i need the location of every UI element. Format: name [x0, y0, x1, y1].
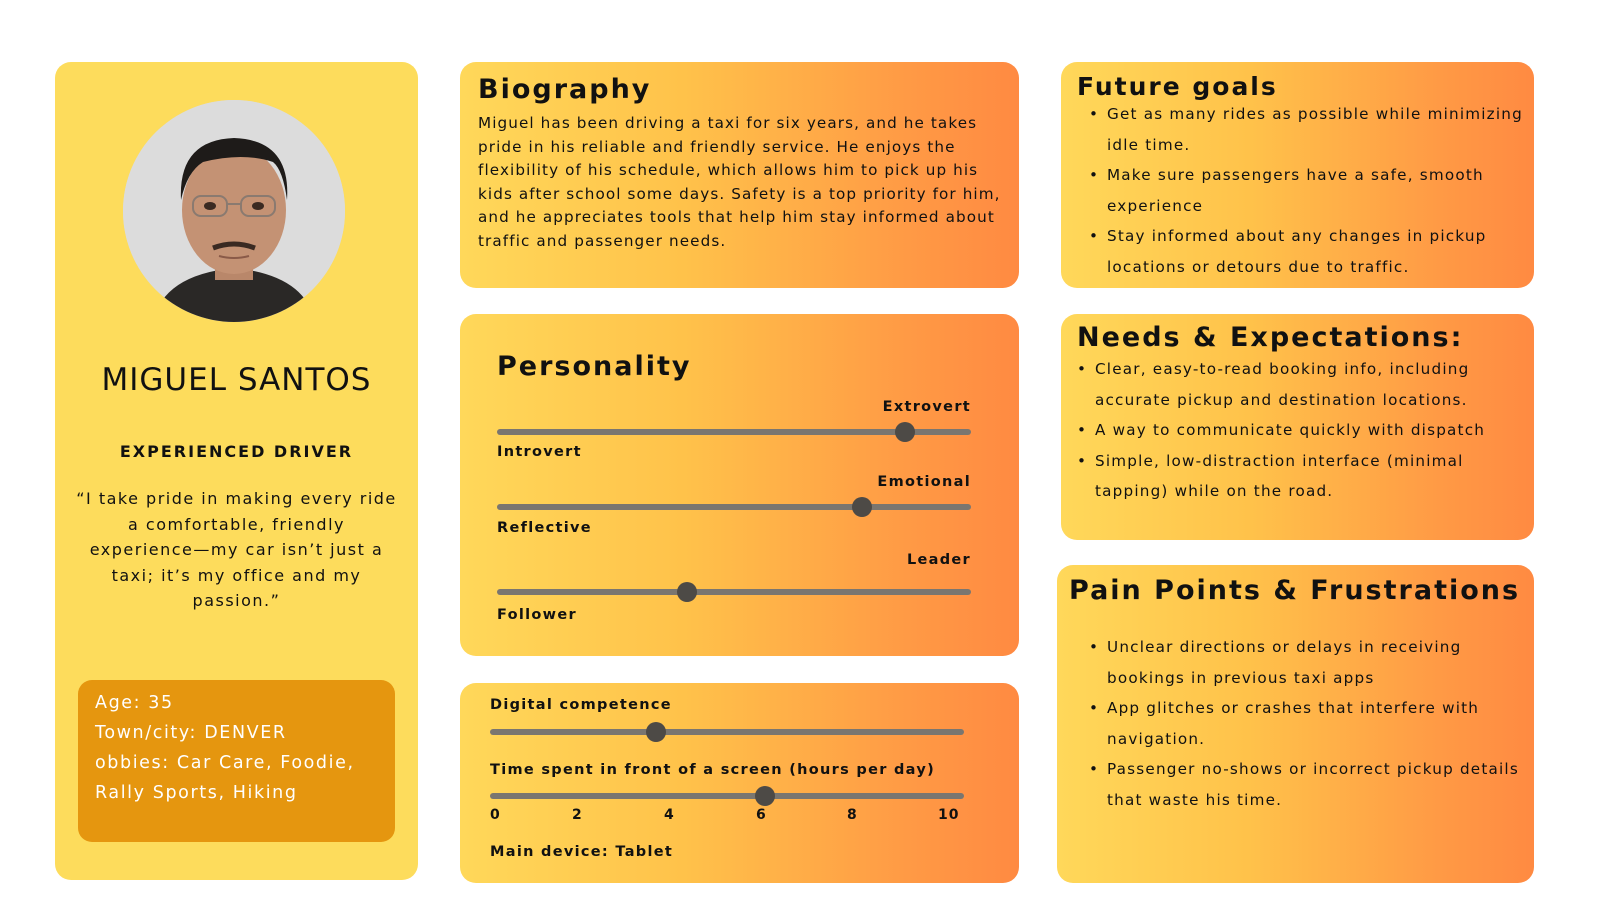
personality-card: Personality Extrovert Introvert Emotiona…: [460, 314, 1019, 656]
persona-role: EXPERIENCED DRIVER: [119, 442, 354, 461]
persona-name: MIGUEL SANTOS: [101, 362, 372, 398]
list-item: Unclear directions or delays in receivin…: [1089, 632, 1529, 693]
competence-slider-track: [490, 729, 964, 735]
list-item: Stay informed about any changes in picku…: [1089, 221, 1529, 282]
screen-time-slider-knob[interactable]: [754, 786, 775, 806]
tick-label: 10: [938, 807, 960, 823]
screen-time-label: Time spent in front of a screen (hours p…: [490, 762, 936, 778]
future-goals-title: Future goals: [1077, 72, 1278, 101]
trait-right-label-leader: Leader: [906, 552, 971, 568]
tick-label: 2: [572, 807, 583, 823]
trait-slider-knob[interactable]: [851, 497, 872, 517]
digital-competence-label: Digital competence: [490, 697, 672, 713]
info-city: Town/city: DENVER: [95, 723, 287, 743]
info-age: Age: 35: [95, 693, 174, 713]
screen-time-slider-track: [490, 793, 964, 799]
needs-list: Clear, easy-to-read booking info, includ…: [1077, 354, 1527, 507]
trait-right-label-extrovert: Extrovert: [882, 399, 971, 415]
tick-label: 6: [756, 807, 767, 823]
person-photo-icon: [123, 100, 345, 322]
future-goals-list: Get as many rides as possible while mini…: [1089, 99, 1529, 282]
needs-title: Needs & Expectations:: [1077, 322, 1464, 353]
profile-card: MIGUEL SANTOS EXPERIENCED DRIVER “I take…: [55, 62, 418, 880]
trait-left-label-introvert: Introvert: [497, 444, 582, 460]
info-hobbies-cont: Rally Sports, Hiking: [95, 783, 298, 803]
list-item: Get as many rides as possible while mini…: [1089, 99, 1529, 160]
list-item: Clear, easy-to-read booking info, includ…: [1077, 354, 1527, 415]
future-goals-card: Future goals Get as many rides as possib…: [1061, 62, 1534, 288]
main-device-label: Main device: Tablet: [490, 844, 674, 860]
trait-left-label-follower: Follower: [497, 607, 577, 623]
list-item: Simple, low-distraction interface (minim…: [1077, 446, 1527, 507]
list-item: Passenger no-shows or incorrect pickup d…: [1089, 754, 1529, 815]
trait-slider-knob[interactable]: [894, 422, 915, 442]
persona-quote: “I take pride in making every ride a com…: [76, 489, 397, 610]
trait-right-label-emotional: Emotional: [877, 474, 971, 490]
trait-slider-knob[interactable]: [676, 582, 697, 602]
trait-slider-track: [497, 589, 971, 595]
avatar: [123, 100, 345, 322]
digital-card: Digital competence Time spent in front o…: [460, 683, 1019, 883]
tick-label: 4: [664, 807, 675, 823]
trait-left-label-reflective: Reflective: [497, 520, 592, 536]
pain-points-card: Pain Points & Frustrations Unclear direc…: [1057, 565, 1534, 883]
list-item: Make sure passengers have a safe, smooth…: [1089, 160, 1529, 221]
pain-points-list: Unclear directions or delays in receivin…: [1089, 632, 1529, 815]
tick-label: 8: [847, 807, 858, 823]
competence-slider-knob[interactable]: [645, 722, 666, 742]
info-box: Age: 35 Town/city: DENVER obbies: Car Ca…: [78, 680, 395, 842]
trait-slider-track: [497, 504, 971, 510]
pain-points-title: Pain Points & Frustrations: [1069, 575, 1521, 606]
biography-text: Miguel has been driving a taxi for six y…: [478, 114, 1001, 250]
info-hobbies: obbies: Car Care, Foodie,: [95, 753, 355, 773]
personality-title: Personality: [497, 351, 692, 382]
needs-card: Needs & Expectations: Clear, easy-to-rea…: [1061, 314, 1534, 540]
biography-title: Biography: [478, 74, 652, 105]
biography-card: Biography Miguel has been driving a taxi…: [460, 62, 1019, 288]
tick-label: 0: [490, 807, 501, 823]
list-item: A way to communicate quickly with dispat…: [1077, 415, 1527, 446]
list-item: App glitches or crashes that interfere w…: [1089, 693, 1529, 754]
